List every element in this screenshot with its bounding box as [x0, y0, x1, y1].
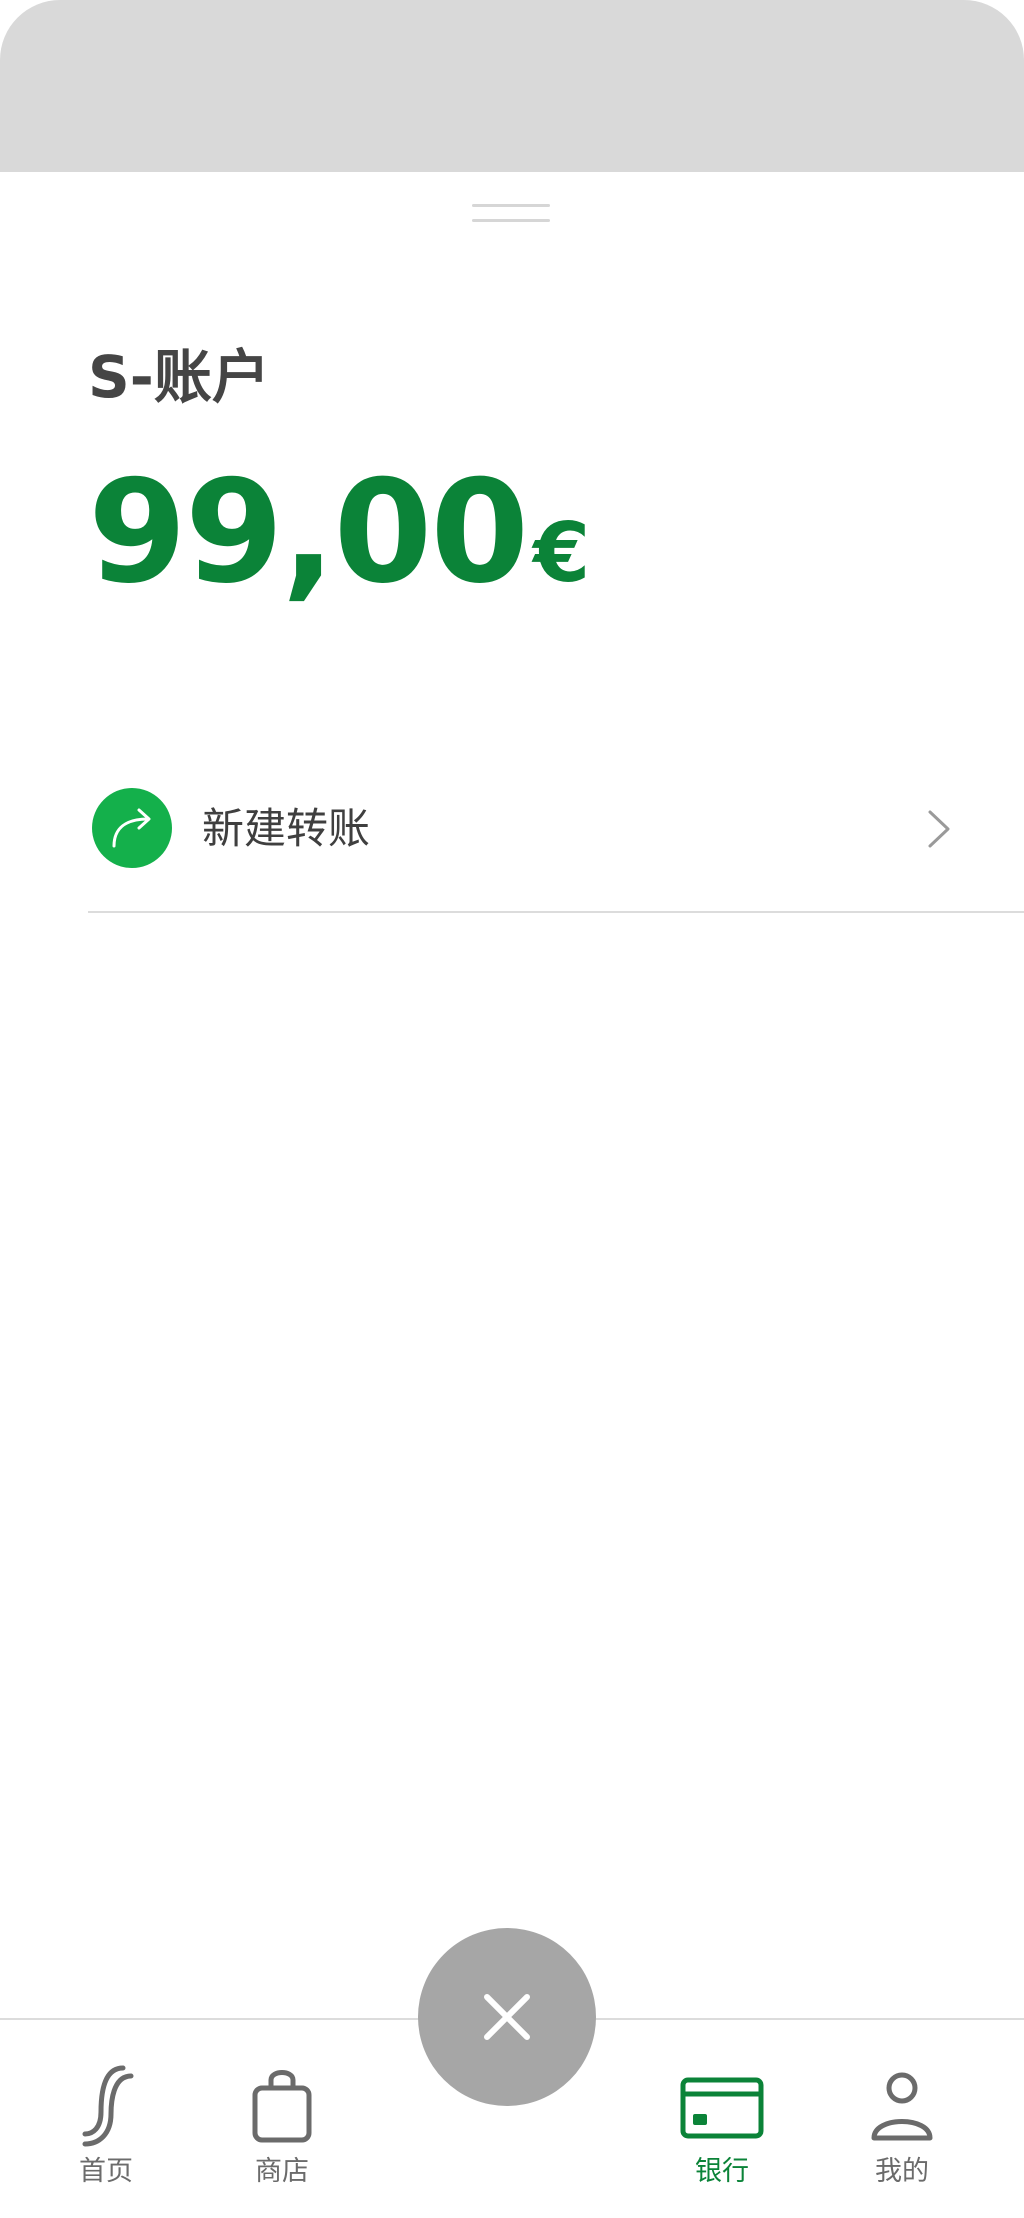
row-divider [88, 911, 1024, 913]
person-icon [832, 2062, 972, 2148]
nav-label-home: 首页 [79, 2156, 133, 2187]
close-button[interactable] [418, 1928, 596, 2106]
arrow-forward-icon [92, 788, 172, 868]
shopping-bag-icon [212, 2062, 352, 2148]
account-title: S-账户 [88, 343, 270, 411]
nav-label-bank: 银行 [695, 2156, 749, 2187]
drag-handle[interactable] [472, 204, 550, 224]
account-balance: 99,00€ [88, 462, 590, 604]
close-icon [484, 1994, 530, 2040]
nav-item-store[interactable]: 商店 [212, 2062, 352, 2202]
new-transfer-row[interactable]: 新建转账 [88, 782, 1024, 913]
nav-label-store: 商店 [255, 2156, 309, 2187]
nav-item-home[interactable]: 首页 [36, 2062, 176, 2202]
new-transfer-label: 新建转账 [202, 804, 371, 853]
card-icon [652, 2062, 792, 2148]
balance-currency: € [533, 506, 591, 601]
s-logo-icon [36, 2062, 176, 2148]
nav-item-bank[interactable]: 银行 [652, 2062, 792, 2202]
balance-amount: 99,00 [88, 450, 529, 615]
nav-label-mine: 我的 [875, 2156, 929, 2187]
background-card [0, 0, 1024, 172]
nav-item-mine[interactable]: 我的 [832, 2062, 972, 2202]
chevron-right-icon [918, 806, 958, 852]
